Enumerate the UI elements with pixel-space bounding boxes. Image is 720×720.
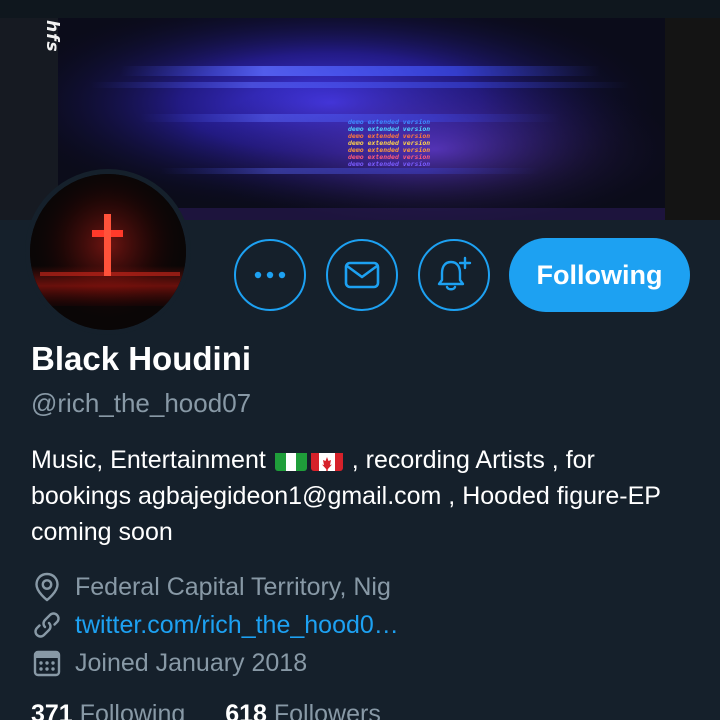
- followers-stat[interactable]: 618 Followers: [225, 700, 381, 720]
- more-options-button[interactable]: [234, 239, 306, 311]
- nigeria-flag-icon: [274, 449, 307, 471]
- top-bar: [0, 0, 720, 18]
- followers-label: Followers: [273, 700, 381, 720]
- link-icon: [31, 609, 63, 641]
- followers-count: 618: [225, 700, 267, 720]
- calendar-icon: [31, 647, 63, 679]
- follow-stats: 371 Following 618 Followers: [31, 700, 381, 720]
- avatar[interactable]: [25, 169, 191, 335]
- website-row[interactable]: twitter.com/rich_the_hood0…: [31, 607, 399, 643]
- following-stat[interactable]: 371 Following: [31, 700, 192, 720]
- location-row: Federal Capital Territory, Nig: [31, 569, 391, 605]
- location-text: Federal Capital Territory, Nig: [75, 572, 391, 601]
- bell-plus-icon: [437, 256, 472, 291]
- joined-text: Joined January 2018: [75, 648, 308, 677]
- display-name: Black Houdini: [31, 340, 252, 377]
- more-horizontal-icon: [254, 271, 286, 279]
- profile-screen: demo extended version demo extended versi…: [0, 0, 720, 720]
- avatar-image: [30, 174, 186, 330]
- user-handle: @rich_the_hood07: [31, 388, 252, 418]
- following-button[interactable]: Following: [509, 238, 690, 312]
- message-button[interactable]: [326, 239, 398, 311]
- following-count: 371: [31, 700, 73, 720]
- following-label: Following: [79, 700, 186, 720]
- canada-flag-icon: [310, 449, 343, 471]
- banner-overlay-text: hfs: [42, 20, 62, 53]
- notifications-button[interactable]: [418, 239, 490, 311]
- website-link[interactable]: twitter.com/rich_the_hood0…: [75, 611, 399, 640]
- profile-bio: Music, Entertainment , recording Artists…: [31, 442, 701, 550]
- location-pin-icon: [31, 571, 63, 603]
- banner-demo-line: demo extended version: [348, 160, 430, 168]
- bio-text-start: Music, Entertainment: [31, 446, 266, 474]
- envelope-icon: [344, 261, 380, 289]
- joined-row: Joined January 2018: [31, 645, 307, 681]
